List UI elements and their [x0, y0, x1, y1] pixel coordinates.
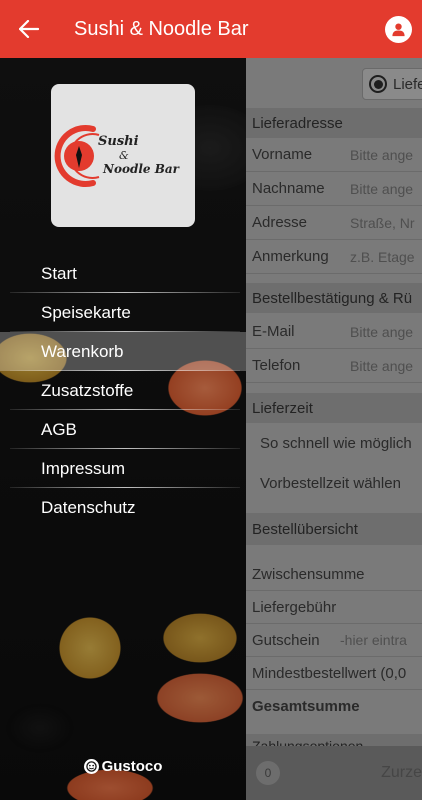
field-placeholder: Straße, Nr: [350, 214, 415, 231]
menu-item-impressum[interactable]: Impressum: [0, 449, 246, 488]
field-placeholder: z.B. Etage: [350, 248, 415, 265]
field-label: E-Mail: [252, 323, 295, 340]
section-header-delivery-address: Lieferadresse: [246, 108, 422, 138]
field-placeholder: Bitte ange: [350, 357, 414, 374]
field-placeholder: Bitte ange: [350, 323, 414, 340]
back-arrow-icon[interactable]: [0, 0, 58, 58]
menu-item-start[interactable]: Start: [0, 254, 246, 293]
summary-minimum-order: Mindestbestellwert (0,0: [246, 657, 422, 690]
summary-total: Gesamtsumme: [246, 690, 422, 722]
field-label: Telefon: [252, 357, 301, 374]
menu-item-agb[interactable]: AGB: [0, 410, 246, 449]
app-bar: Sushi & Noodle Bar: [0, 0, 422, 58]
field-label: Adresse: [252, 214, 308, 231]
section-header-delivery-time: Lieferzeit: [246, 393, 422, 423]
logo-text-sushi: Sushi: [98, 134, 139, 149]
summary-label: Gutschein: [252, 631, 320, 649]
delivery-radio[interactable]: Liefe: [362, 68, 422, 100]
summary-label: Zwischensumme: [252, 565, 365, 583]
summary-label: Mindestbestellwert (0,0: [252, 664, 407, 682]
field-label: Vorname: [252, 146, 313, 163]
section-header-confirmation: Bestellbestätigung & Rü: [246, 283, 422, 313]
voucher-placeholder: -hier eintra: [340, 632, 407, 648]
gustoco-brand-label: Gustoco: [101, 758, 163, 775]
app-title: Sushi & Noodle Bar: [74, 17, 249, 40]
menu-item-datenschutz[interactable]: Datenschutz: [0, 488, 246, 527]
field-placeholder: Bitte ange: [350, 146, 414, 163]
radio-selected-icon: [369, 75, 387, 93]
summary-label: Liefergebühr: [252, 598, 337, 616]
field-address[interactable]: Adresse Straße, Nr: [246, 206, 422, 240]
summary-subtotal: Zwischensumme: [246, 558, 422, 591]
field-label: Anmerkung: [252, 248, 329, 265]
summary-delivery-fee: Liefergebühr: [246, 591, 422, 624]
field-phone[interactable]: Telefon Bitte ange: [246, 349, 422, 383]
restaurant-logo: Sushi & Noodle Bar: [51, 84, 195, 227]
checkout-page-behind-drawer: Liefe Lieferadresse Vorname Bitte ange N…: [246, 58, 422, 800]
menu-item-speisekarte[interactable]: Speisekarte: [0, 293, 246, 332]
field-placeholder: Bitte ange: [350, 180, 414, 197]
back-button[interactable]: Zurze: [381, 764, 422, 782]
drawer-menu: Start Speisekarte Warenkorb Zusatzstoffe…: [0, 254, 246, 527]
gustoco-brand: Gustoco: [0, 758, 246, 775]
summary-voucher[interactable]: Gutschein -hier eintra: [246, 624, 422, 657]
navigation-drawer: Sushi & Noodle Bar Start Speisekarte War…: [0, 58, 246, 800]
time-option-preorder[interactable]: Vorbestellzeit wählen: [246, 464, 422, 502]
gustoco-logo-icon: [83, 759, 99, 774]
time-option-asap[interactable]: So schnell wie möglich: [246, 424, 422, 462]
field-note[interactable]: Anmerkung z.B. Etage: [246, 240, 422, 274]
bottom-action-bar: 0 Zurze: [246, 746, 422, 800]
field-label: Nachname: [252, 180, 325, 197]
delivery-radio-label: Liefe: [393, 75, 422, 93]
cart-count-badge: 0: [256, 761, 280, 785]
user-account-icon[interactable]: [385, 15, 412, 43]
total-label: Gesamtsumme: [252, 697, 360, 715]
field-email[interactable]: E-Mail Bitte ange: [246, 315, 422, 349]
section-header-order-overview: Bestellübersicht: [246, 513, 422, 545]
logo-text-amp: &: [119, 149, 129, 162]
menu-item-warenkorb[interactable]: Warenkorb: [0, 332, 246, 371]
menu-item-zusatzstoffe[interactable]: Zusatzstoffe: [0, 371, 246, 410]
field-first-name[interactable]: Vorname Bitte ange: [246, 138, 422, 172]
field-last-name[interactable]: Nachname Bitte ange: [246, 172, 422, 206]
logo-text-noodle-bar: Noodle Bar: [102, 162, 181, 176]
